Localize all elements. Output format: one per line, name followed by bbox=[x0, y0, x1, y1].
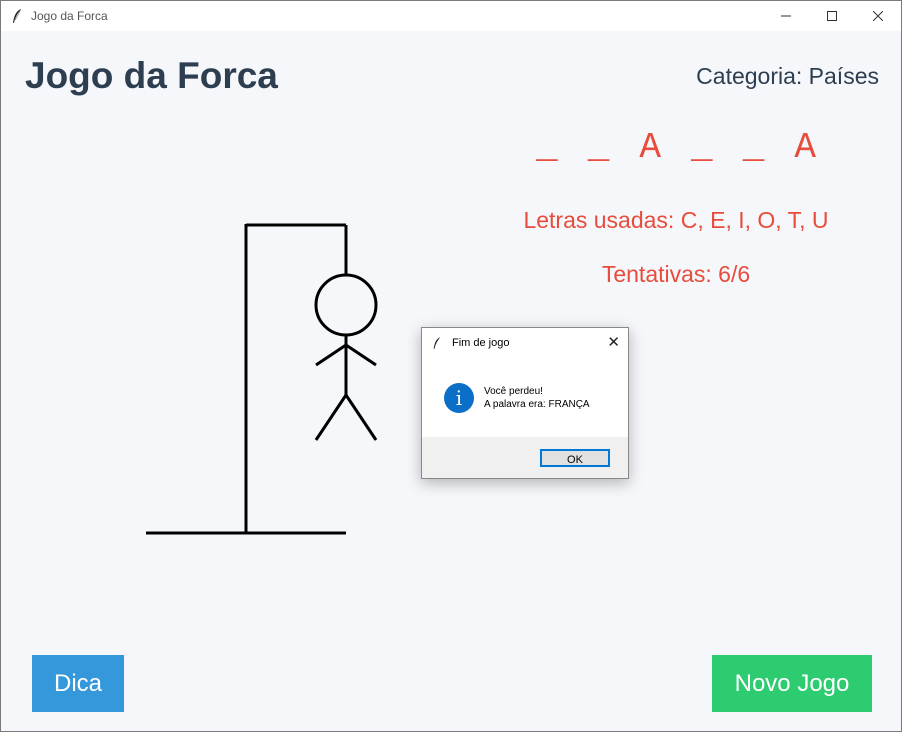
minimize-button[interactable] bbox=[763, 1, 809, 31]
hangman-left-arm bbox=[315, 343, 347, 367]
dialog-footer: OK bbox=[422, 437, 628, 478]
feather-icon bbox=[13, 8, 22, 23]
word-letter: A bbox=[794, 127, 816, 168]
word-letter: _ bbox=[587, 127, 610, 168]
close-button[interactable] bbox=[855, 1, 901, 31]
ok-button[interactable]: OK bbox=[540, 449, 610, 467]
window-title: Jogo da Forca bbox=[31, 9, 108, 23]
word-letter: A bbox=[639, 127, 661, 168]
dialog-message: Você perdeu! A palavra era: FRANÇA bbox=[484, 385, 590, 411]
minimize-icon bbox=[781, 15, 791, 17]
maximize-icon bbox=[827, 11, 837, 21]
info-icon: i bbox=[444, 383, 474, 413]
dialog-message-line: A palavra era: FRANÇA bbox=[484, 399, 590, 410]
dialog-title: Fim de jogo bbox=[452, 337, 510, 349]
used-letters: Letras usadas: C, E, I, O, T, U bbox=[523, 207, 829, 233]
dialog-message-line: Você perdeu! bbox=[484, 386, 543, 397]
feather-icon bbox=[433, 337, 441, 349]
attempts-counter: Tentativas: 6/6 bbox=[601, 261, 751, 287]
hangman-head bbox=[314, 273, 378, 337]
hangman-left-leg bbox=[314, 394, 348, 441]
game-over-dialog: Fim de jogo ✕ i Você perdeu! A palavra e… bbox=[421, 327, 629, 479]
word-letter: _ bbox=[536, 127, 558, 168]
word-letter: _ bbox=[691, 127, 713, 168]
dialog-close-icon[interactable]: ✕ bbox=[607, 333, 620, 351]
hangman-right-leg bbox=[344, 394, 378, 441]
word-letter: _ bbox=[742, 127, 765, 168]
new-game-button[interactable]: Novo Jogo bbox=[712, 655, 872, 712]
title-bar[interactable]: Jogo da Forca bbox=[1, 1, 901, 31]
close-icon bbox=[873, 11, 883, 21]
app-window: Jogo da Forca Jogo da Forca Categoria: P… bbox=[0, 0, 902, 732]
maximize-button[interactable] bbox=[809, 1, 855, 31]
hangman-right-arm bbox=[345, 343, 377, 367]
word-display: _ _ A _ _ A bbox=[521, 127, 831, 168]
hint-button[interactable]: Dica bbox=[32, 655, 124, 712]
